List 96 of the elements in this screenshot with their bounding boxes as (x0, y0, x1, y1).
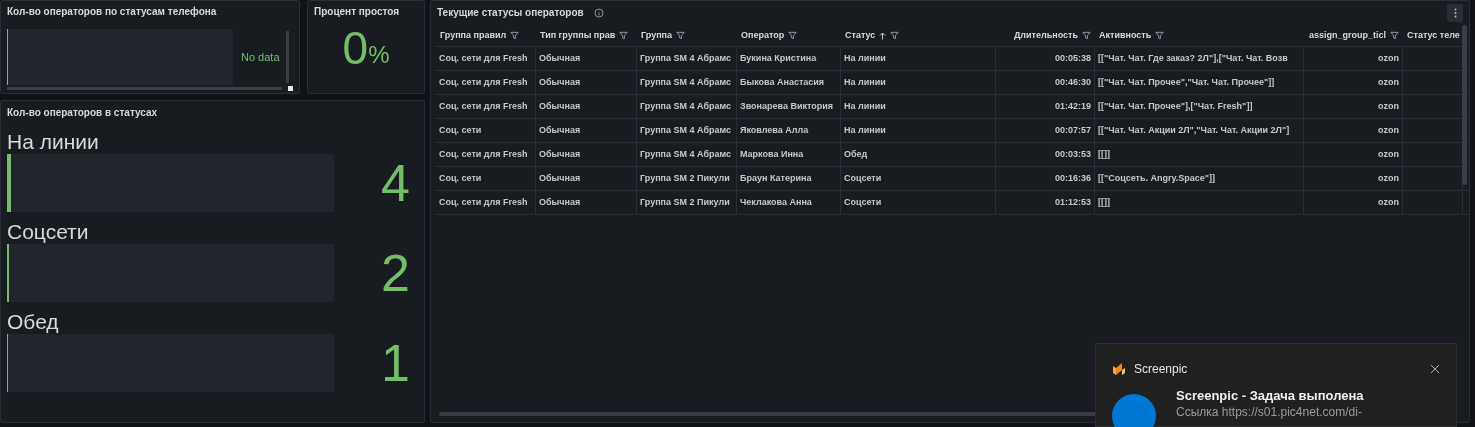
app-name: Screenpic (1134, 361, 1188, 378)
table-cell: [["Чат. Чат. Акции 2Л","Чат. Чат. Акции 2Л"] (1095, 119, 1304, 142)
table-cell: Группа SM 4 Абрамс (637, 119, 737, 142)
panel-title: Кол-во операторов в статусах (7, 106, 159, 120)
table-cell: Быкова Анастасия (737, 71, 841, 94)
table-cell: Соц. сети для Fresh (436, 71, 536, 94)
status-label: Соцсети (7, 220, 90, 244)
table-cell: Соц. сети (436, 167, 536, 190)
table-cell: Обед (841, 143, 996, 166)
status-count: 1 (380, 334, 411, 392)
table-cell: Чеклакова Анна (737, 191, 841, 214)
idle-percent-value: 0 (342, 23, 369, 73)
status-label: Обед (7, 310, 60, 334)
column-header[interactable]: Статус теле (1403, 25, 1463, 46)
table-cell: ozon (1304, 167, 1403, 190)
filter-icon[interactable] (1390, 31, 1399, 40)
app-logo-icon (1112, 362, 1126, 376)
filter-icon[interactable] (510, 31, 520, 40)
table-cell: ozon (1304, 71, 1403, 94)
table-cell: Обычная (536, 119, 637, 142)
table-cell: Обычная (536, 167, 637, 190)
table-cell: ozon (1304, 47, 1403, 70)
table-cell: Браун Катерина (737, 167, 841, 190)
panel-title: Процент простоя (314, 5, 401, 19)
table-cell: Соц. сети для Fresh (436, 95, 536, 118)
table-cell: 01:42:19 (996, 95, 1095, 118)
table-cell: Обычная (536, 191, 637, 214)
table-cell: Звонарева Виктория (737, 95, 841, 118)
filter-icon[interactable] (1082, 31, 1091, 40)
column-header[interactable]: Статус (841, 25, 996, 46)
table-cell: Соцсети (841, 167, 996, 190)
sort-ascending-icon[interactable] (879, 31, 887, 40)
table-cell: ozon (1304, 191, 1403, 214)
column-header[interactable]: Тип группы прав (536, 25, 637, 46)
table-cell: На линии (841, 119, 996, 142)
table-cell: Обычная (536, 71, 637, 94)
table-cell: [[]] (1095, 143, 1304, 166)
filter-icon[interactable] (890, 31, 900, 40)
table-cell: 00:03:53 (996, 143, 1095, 166)
menu-button[interactable] (1447, 3, 1463, 22)
column-header[interactable]: Группа правил (436, 25, 536, 46)
notification-text: Ссылка https://s01.pic4net.com/di- (1176, 404, 1363, 420)
table-cell: Соц. сети для Fresh (436, 191, 536, 214)
table-cell: Обычная (536, 47, 637, 70)
table-cell: Группа SM 4 Абрамс (637, 143, 737, 166)
close-icon[interactable] (1430, 364, 1440, 374)
table-cell: [["Чат. Чат. Где заказ? 2Л"],["Чат. Чат. Возв (1095, 47, 1304, 70)
table-cell: Группа SM 2 Пикули (637, 191, 737, 214)
table-cell: На линии (841, 95, 996, 118)
table-cell: [["Чат. Чат. Прочее"],["Чат. Fresh"]] (1095, 95, 1304, 118)
table-cell: Обычная (536, 95, 637, 118)
table-cell: На линии (841, 71, 996, 94)
table-cell: Соц. сети для Fresh (436, 143, 536, 166)
table-cell: Обычная (536, 143, 637, 166)
table-cell: Маркова Инна (737, 143, 841, 166)
table-cell: 00:16:36 (996, 167, 1095, 190)
column-header[interactable]: Оператор (737, 25, 841, 46)
table-cell: Букина Кристина (737, 47, 841, 70)
table-cell: Яковлева Алла (737, 119, 841, 142)
table-cell: Соц. сети для Fresh (436, 47, 536, 70)
more-icon (1453, 7, 1457, 18)
table-cell: [[]] (1095, 191, 1304, 214)
panel-title: Кол-во операторов по статусам телефона (7, 5, 218, 19)
table-cell: На линии (841, 47, 996, 70)
table-cell: Группа SM 4 Абрамс (637, 47, 737, 70)
column-header[interactable]: Активность (1095, 25, 1304, 46)
table-cell: 00:46:30 (996, 71, 1095, 94)
column-header[interactable]: Длительность (996, 25, 1095, 46)
column-header[interactable]: assign_group_ticl (1304, 25, 1403, 46)
table-cell: 00:07:57 (996, 119, 1095, 142)
status-label: На линии (7, 130, 100, 154)
filter-icon[interactable] (676, 31, 686, 40)
status-count: 4 (380, 154, 411, 212)
percent-unit: % (368, 40, 390, 70)
table-cell: Соцсети (841, 191, 996, 214)
table-cell: ozon (1304, 143, 1403, 166)
table-cell: ozon (1304, 95, 1403, 118)
table-cell: 00:05:38 (996, 47, 1095, 70)
notification-title: Screenpic - Задача выполена (1176, 388, 1364, 404)
column-header[interactable]: Группа (637, 25, 737, 46)
table-cell: Группа SM 4 Абрамс (637, 71, 737, 94)
no-data-text: No data (241, 49, 280, 65)
scroll-corner-icon (288, 86, 293, 91)
status-count: 2 (380, 244, 411, 302)
filter-icon[interactable] (619, 31, 629, 40)
table-cell: 01:12:53 (996, 191, 1095, 214)
table-cell: [["Соцсеть. Angry.Space"]] (1095, 167, 1304, 190)
table-cell: Группа SM 4 Абрамс (637, 95, 737, 118)
panel-title: Текущие статусы операторов (437, 6, 584, 20)
table-cell: Соц. сети (436, 119, 536, 142)
filter-icon[interactable] (1155, 31, 1165, 40)
table-cell: ozon (1304, 119, 1403, 142)
table-cell: [["Чат. Чат. Прочее","Чат. Чат. Прочее"]] (1095, 71, 1304, 94)
scrollbar (285, 31, 289, 83)
filter-icon[interactable] (788, 31, 798, 40)
table-cell: Группа SM 2 Пикули (637, 167, 737, 190)
